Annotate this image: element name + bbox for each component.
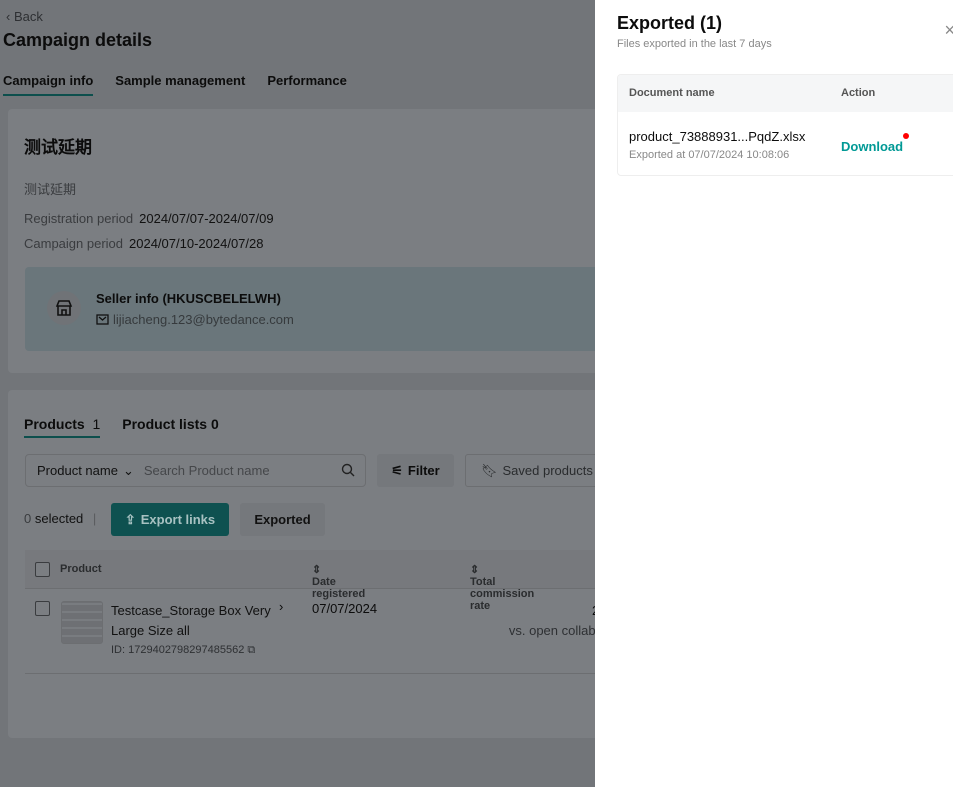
saved-label: Saved products ( xyxy=(502,463,601,478)
seller-info: Seller info (HKUSCBELELWH) lijiacheng.12… xyxy=(25,267,625,351)
product-id: ID: 1729402798297485562 ⧉ xyxy=(111,644,255,657)
table-row: Testcase_Storage Box Very Large Size all … xyxy=(25,589,628,674)
search-field-select[interactable]: Product name ⌄ xyxy=(37,463,134,479)
filter-label: Filter xyxy=(407,463,440,478)
main-tabs: Campaign info Sample management Performa… xyxy=(3,73,347,96)
download-link[interactable]: Download xyxy=(841,139,903,154)
selected-number: 0 xyxy=(24,511,32,526)
product-thumbnail xyxy=(61,601,103,644)
campaign-period-value: 2024/07/10-2024/07/28 xyxy=(129,236,264,251)
col-product: Product xyxy=(60,563,102,575)
product-name-line1: Testcase_Storage Box Very xyxy=(111,603,271,618)
filter-button[interactable]: ⚟ Filter xyxy=(377,454,454,487)
search-input[interactable] xyxy=(143,463,334,478)
file-name: product_73888931...PqdZ.xlsx xyxy=(629,129,806,144)
campaign-info-card: 测试延期 测试延期 Registration period 2024/07/07-… xyxy=(8,109,628,373)
product-name[interactable]: Testcase_Storage Box Very Large Size all xyxy=(111,601,271,641)
mail-icon xyxy=(96,314,109,325)
file-date: Exported at 07/07/2024 10:08:06 xyxy=(629,149,790,161)
back-label: Back xyxy=(13,9,43,24)
tab-sample-management[interactable]: Sample management xyxy=(115,73,245,96)
product-tabs: Products 1 Product lists 0 xyxy=(24,416,219,438)
chevron-down-icon: ⌄ xyxy=(122,462,134,478)
copy-icon[interactable]: ⧉ xyxy=(247,644,255,656)
products-count: 1 xyxy=(92,416,101,432)
drawer-title: Exported (1) xyxy=(617,13,723,33)
selected-count: 0 selected | xyxy=(24,511,97,526)
export-links-button[interactable]: ⇪ Export links xyxy=(111,503,229,536)
col-date-registered[interactable]: Date registered ⇕ xyxy=(312,563,365,600)
page-title: Campaign details xyxy=(3,30,153,50)
seller-email: lijiacheng.123@bytedance.com xyxy=(96,312,294,327)
col-commission[interactable]: Total commission rate ⇕ xyxy=(470,563,534,612)
upload-icon: ⇪ xyxy=(124,511,136,527)
store-icon xyxy=(47,291,81,325)
col-action: Action xyxy=(841,87,876,99)
tab-performance[interactable]: Performance xyxy=(267,73,346,96)
back-link[interactable]: ‹ Back xyxy=(6,9,43,24)
selected-label: selected xyxy=(34,511,84,526)
registration-label: Registration period xyxy=(24,211,134,226)
search-field-label: Product name xyxy=(37,463,118,478)
new-badge-dot xyxy=(903,133,909,139)
drawer-subtitle: Files exported in the last 7 days xyxy=(617,38,772,50)
campaign-period-label: Campaign period xyxy=(24,236,124,251)
row-checkbox[interactable] xyxy=(35,601,50,616)
campaign-description: 测试延期 xyxy=(24,182,77,197)
campaign-period: Campaign period 2024/07/10-2024/07/28 xyxy=(24,236,263,251)
tab-products-label: Products xyxy=(24,416,85,432)
product-name-line2: Large Size all xyxy=(111,623,190,638)
close-icon[interactable]: × xyxy=(944,20,953,41)
tab-products[interactable]: Products 1 xyxy=(24,416,101,438)
registration-period: Registration period 2024/07/07-2024/07/09 xyxy=(24,211,274,226)
product-search: Product name ⌄ xyxy=(25,454,366,487)
product-id-text: ID: 1729402798297485562 xyxy=(111,644,245,656)
tab-campaign-info[interactable]: Campaign info xyxy=(3,73,94,96)
campaign-name: 测试延期 xyxy=(24,138,92,157)
select-all-checkbox[interactable] xyxy=(35,562,50,577)
seller-name: Seller info (HKUSCBELELWH) xyxy=(96,291,281,306)
bookmark-icon: 🔖︎ xyxy=(481,462,498,478)
tab-product-lists[interactable]: Product lists 0 xyxy=(122,416,218,438)
col-document-name: Document name xyxy=(629,87,715,99)
chevron-right-icon[interactable]: › xyxy=(279,599,283,614)
seller-email-text: lijiacheng.123@bytedance.com xyxy=(113,312,294,327)
exported-drawer: Exported (1) Files exported in the last … xyxy=(595,0,953,787)
date-registered: 07/07/2024 xyxy=(312,601,378,616)
search-icon[interactable] xyxy=(341,463,355,477)
exported-files-table: Document name Action product_73888931...P… xyxy=(617,74,953,176)
export-links-label: Export links xyxy=(140,512,216,527)
products-card: Products 1 Product lists 0 Product name ⌄… xyxy=(8,390,645,738)
exported-table-header: Document name Action xyxy=(618,75,953,112)
exported-button[interactable]: Exported xyxy=(240,503,325,536)
table-header: Product Date registered ⇕ Total commissi… xyxy=(25,550,628,612)
registration-value: 2024/07/07-2024/07/09 xyxy=(139,211,274,226)
filter-icon: ⚟ xyxy=(391,462,403,478)
